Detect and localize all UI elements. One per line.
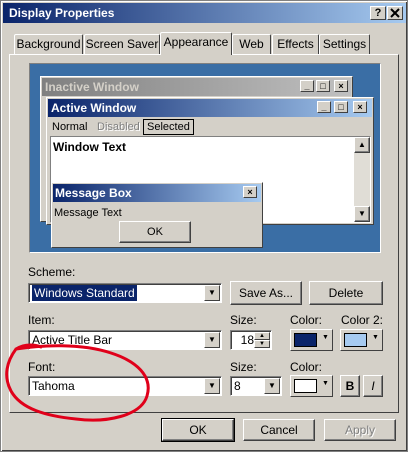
minimize-icon: _: [300, 80, 314, 92]
menu-item-selected[interactable]: Selected: [143, 119, 194, 135]
spin-down-icon[interactable]: ▼: [254, 340, 270, 348]
save-as-button[interactable]: Save As...: [230, 281, 302, 305]
chevron-down-icon[interactable]: ▼: [204, 378, 220, 394]
message-box-title-bar[interactable]: Message Box ×: [53, 184, 261, 202]
appearance-preview[interactable]: Inactive Window _ □ × Active Window _ □ …: [29, 63, 381, 253]
font-color-label: Color:: [290, 360, 323, 374]
bold-toggle[interactable]: B: [340, 375, 360, 397]
tab-background[interactable]: Background: [14, 34, 83, 54]
close-icon: ×: [243, 186, 257, 198]
inactive-window-title: Inactive Window: [45, 80, 139, 94]
preview-scrollbar[interactable]: ▲ ▼: [354, 137, 370, 222]
message-box-preview[interactable]: Message Box × Message Text OK: [51, 182, 263, 248]
font-value: Tahoma: [32, 379, 75, 393]
font-size-value: 8: [234, 379, 241, 393]
item-color2-label: Color 2:: [341, 313, 384, 327]
font-select[interactable]: Tahoma ▼: [28, 376, 222, 396]
chevron-down-icon: ▼: [372, 334, 379, 341]
maximize-icon: □: [334, 101, 348, 113]
message-box-title: Message Box: [55, 186, 132, 200]
close-icon: ×: [334, 80, 348, 92]
active-window-title: Active Window: [51, 101, 137, 115]
scroll-down-icon[interactable]: ▼: [354, 206, 370, 222]
display-properties-window: Display Properties ? Background Screen S…: [0, 0, 408, 452]
item-value: Active Title Bar: [32, 333, 113, 347]
cancel-button[interactable]: Cancel: [243, 419, 315, 441]
window-text: Window Text: [53, 140, 126, 154]
scheme-label: Scheme:: [28, 265, 76, 279]
item-color-label: Color:: [290, 313, 323, 327]
preview-ok-button[interactable]: OK: [119, 221, 191, 243]
menu-item-disabled[interactable]: Disabled: [97, 121, 140, 133]
tab-effects[interactable]: Effects: [272, 34, 319, 54]
font-label: Font:: [28, 360, 56, 374]
chevron-down-icon: ▼: [322, 334, 329, 341]
chevron-down-icon: ▼: [322, 380, 329, 387]
ok-button[interactable]: OK: [161, 418, 235, 442]
font-size-label: Size:: [230, 360, 257, 374]
spin-up-icon[interactable]: ▲: [254, 332, 270, 340]
chevron-down-icon[interactable]: ▼: [264, 378, 280, 394]
tab-settings[interactable]: Settings: [319, 34, 370, 54]
font-color-button[interactable]: ▼: [290, 375, 333, 397]
scheme-value: Windows Standard: [32, 285, 137, 301]
chevron-down-icon[interactable]: ▼: [204, 332, 220, 348]
item-color2-swatch: [344, 333, 367, 347]
font-size-select[interactable]: 8 ▼: [230, 376, 282, 396]
close-button[interactable]: [387, 6, 403, 20]
item-size-spinner[interactable]: 18 ▲ ▼: [230, 330, 272, 350]
font-color-swatch: [294, 379, 317, 393]
title-bar[interactable]: Display Properties ?: [3, 3, 406, 23]
apply-button[interactable]: Apply: [324, 419, 396, 441]
close-icon: [390, 8, 400, 18]
close-icon: ×: [353, 101, 367, 113]
item-color-button[interactable]: ▼: [290, 329, 333, 351]
scroll-up-icon[interactable]: ▲: [354, 137, 370, 153]
inactive-title-bar[interactable]: Inactive Window _ □ ×: [42, 78, 351, 96]
chevron-down-icon[interactable]: ▼: [204, 285, 220, 301]
delete-button[interactable]: Delete: [309, 281, 383, 305]
tab-appearance[interactable]: Appearance: [160, 32, 232, 55]
item-color-swatch: [294, 333, 317, 347]
maximize-icon: □: [316, 80, 330, 92]
item-label: Item:: [28, 313, 55, 327]
item-size-label: Size:: [230, 313, 257, 327]
active-title-bar[interactable]: Active Window _ □ ×: [48, 99, 372, 117]
item-select[interactable]: Active Title Bar ▼: [28, 330, 222, 350]
italic-toggle[interactable]: I: [363, 375, 383, 397]
message-text: Message Text: [54, 207, 122, 219]
item-size-value: 18: [240, 333, 254, 347]
tab-screen-saver[interactable]: Screen Saver: [84, 34, 160, 54]
menu-item-normal[interactable]: Normal: [52, 121, 87, 133]
help-button[interactable]: ?: [370, 6, 386, 20]
window-title: Display Properties: [9, 6, 115, 20]
scheme-select[interactable]: Windows Standard ▼: [28, 283, 222, 303]
tab-web[interactable]: Web: [232, 34, 271, 54]
item-color2-button[interactable]: ▼: [340, 329, 383, 351]
minimize-icon: _: [317, 101, 331, 113]
